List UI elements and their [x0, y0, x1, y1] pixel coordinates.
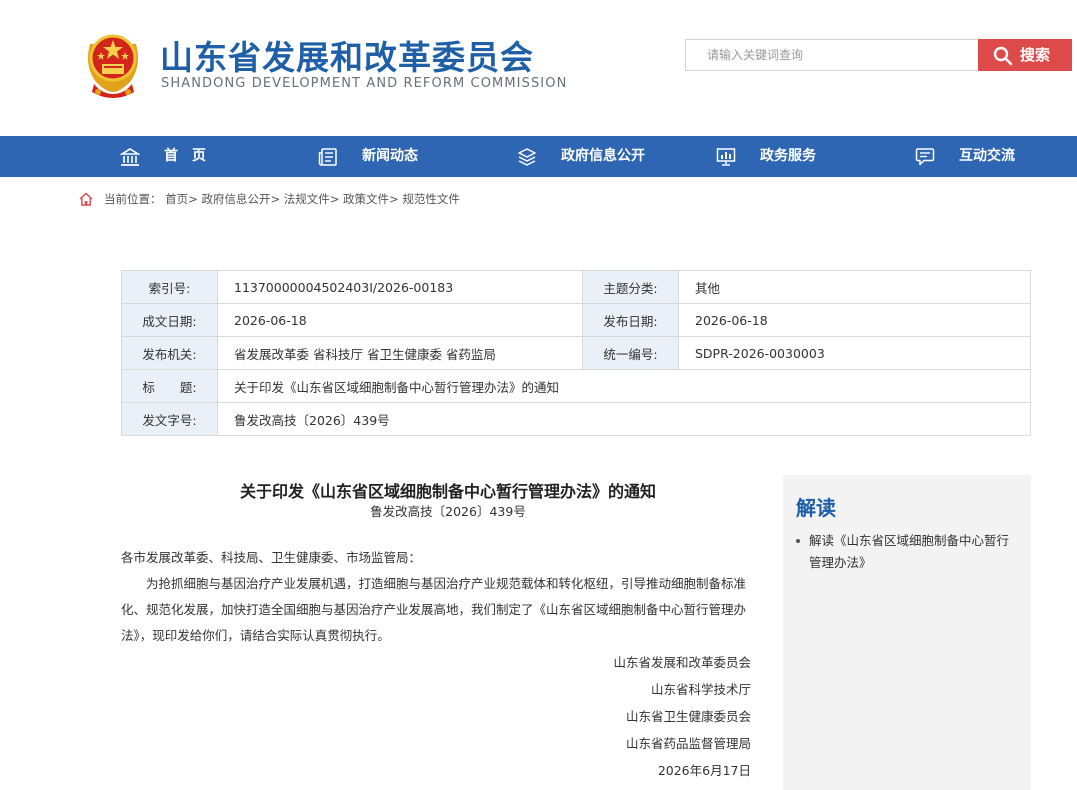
main-nav: 首 页 新闻动态 政府信息公开 政务服务 互动交流: [0, 136, 1077, 177]
sidebar-item-label[interactable]: 解读《山东省区域细胞制备中心暂行管理办法》: [796, 530, 1016, 574]
site-subtitle: SHANDONG DEVELOPMENT AND REFORM COMMISSI…: [161, 76, 568, 91]
nav-item-home[interactable]: 首 页: [120, 136, 230, 177]
nav-item-interaction[interactable]: 互动交流: [915, 136, 1025, 177]
signature-date: 2026年6月17日: [657, 763, 751, 778]
doc-number-label: 发文字号:: [121, 402, 218, 436]
title-value: 关于印发《山东省区域细胞制备中心暂行管理办法》的通知: [217, 369, 1031, 403]
nav-item-services[interactable]: 政务服务: [716, 136, 826, 177]
topic-label: 主题分类:: [582, 270, 679, 304]
issuer-label: 发布机关:: [121, 336, 218, 370]
search-button[interactable]: 搜索: [978, 39, 1072, 71]
nav-label-gov-info: 政府信息公开: [561, 148, 645, 164]
signature-line: 山东省卫生健康委员会: [625, 709, 751, 724]
document-info-table: 索引号: 11370000004502403I/2026-00183 主题分类:…: [121, 270, 1031, 436]
search-input[interactable]: 请输入关键词查询: [685, 39, 977, 71]
topic-value: 其他: [678, 270, 1031, 304]
chat-icon: [915, 148, 935, 166]
table-row: 成文日期: 2026-06-18 发布日期: 2026-06-18: [121, 303, 1031, 337]
sidebar-item-interpretation[interactable]: 解读《山东省区域细胞制备中心暂行管理办法》: [796, 530, 1016, 574]
nav-label-services: 政务服务: [760, 148, 816, 164]
breadcrumb-regulations[interactable]: 法规文件: [284, 192, 330, 206]
national-emblem-icon[interactable]: [80, 26, 146, 98]
home-icon: [79, 192, 93, 206]
article-salutation: 各市发展改革委、科技局、卫生健康委、市场监管局：: [121, 550, 422, 565]
signature-line: 山东省药品监督管理局: [625, 736, 751, 751]
breadcrumb-prefix: 当前位置：: [104, 192, 162, 206]
news-icon: [318, 148, 337, 166]
search-icon: [993, 46, 1013, 66]
nav-item-gov-info[interactable]: 政府信息公开: [517, 136, 657, 177]
breadcrumb-separator: >: [389, 192, 399, 206]
breadcrumb-separator: >: [270, 192, 281, 206]
article-body: 各市发展改革委、科技局、卫生健康委、市场监管局： 为抢抓细胞与基因治疗产业发展机…: [121, 545, 751, 649]
table-row: 发布机关: 省发展改革委 省科技厅 省卫生健康委 省药监局 统一编号: SDPR…: [121, 336, 1031, 370]
nav-label-interaction: 互动交流: [959, 148, 1015, 164]
sidebar-title: 解读: [796, 496, 836, 520]
published-date-label: 发布日期:: [582, 303, 679, 337]
chart-monitor-icon: [716, 148, 736, 166]
breadcrumb-trail: 当前位置： 首页> 政府信息公开> 法规文件> 政策文件> 规范性文件: [104, 191, 460, 207]
table-row: 标 题: 关于印发《山东省区域细胞制备中心暂行管理办法》的通知: [121, 369, 1031, 403]
breadcrumb-home[interactable]: 首页: [165, 192, 188, 206]
signature-line: 山东省发展和改革委员会: [613, 655, 751, 670]
bullet-icon: [796, 539, 800, 543]
table-row: 发文字号: 鲁发改高技〔2026〕439号: [121, 402, 1031, 436]
site-title[interactable]: 山东省发展和改革委员会: [160, 31, 534, 79]
published-date-value: 2026-06-18: [678, 303, 1031, 337]
doc-number-value: 鲁发改高技〔2026〕439号: [217, 402, 1031, 436]
breadcrumb-normative[interactable]: 规范性文件: [402, 192, 460, 206]
signature-line: 山东省科学技术厅: [650, 682, 751, 697]
breadcrumb-separator: >: [329, 192, 340, 206]
breadcrumb-gov-info[interactable]: 政府信息公开: [201, 192, 270, 206]
unified-code-value: SDPR-2026-0030003: [678, 336, 1031, 370]
breadcrumb-separator: >: [188, 192, 198, 206]
search-button-label: 搜索: [1020, 46, 1051, 64]
article-title: 关于印发《山东省区域细胞制备中心暂行管理办法》的通知: [239, 482, 656, 501]
nav-label-news: 新闻动态: [362, 148, 418, 164]
issuer-value: 省发展改革委 省科技厅 省卫生健康委 省药监局: [217, 336, 583, 370]
article-paragraph: 为抢抓细胞与基因治疗产业发展机遇，打造细胞与基因治疗产业规范载体和转化枢纽，引导…: [121, 576, 747, 643]
breadcrumb-policy[interactable]: 政策文件: [343, 192, 389, 206]
table-row: 索引号: 11370000004502403I/2026-00183 主题分类:…: [121, 270, 1031, 304]
index-label: 索引号:: [121, 270, 218, 304]
interpretation-sidebar: 解读 解读《山东省区域细胞制备中心暂行管理办法》: [783, 475, 1031, 790]
site-header: 山东省发展和改革委员会 SHANDONG DEVELOPMENT AND REF…: [0, 0, 1077, 136]
created-date-value: 2026-06-18: [217, 303, 583, 337]
article-doc-number: 鲁发改高技〔2026〕439号: [370, 504, 526, 519]
unified-code-label: 统一编号:: [582, 336, 679, 370]
index-value: 11370000004502403I/2026-00183: [217, 270, 583, 304]
nav-label-home: 首 页: [164, 148, 206, 164]
title-label: 标 题:: [121, 369, 218, 403]
home-building-icon: [120, 148, 140, 166]
created-date-label: 成文日期:: [121, 303, 218, 337]
nav-item-news[interactable]: 新闻动态: [318, 136, 428, 177]
layers-icon: [518, 148, 536, 166]
